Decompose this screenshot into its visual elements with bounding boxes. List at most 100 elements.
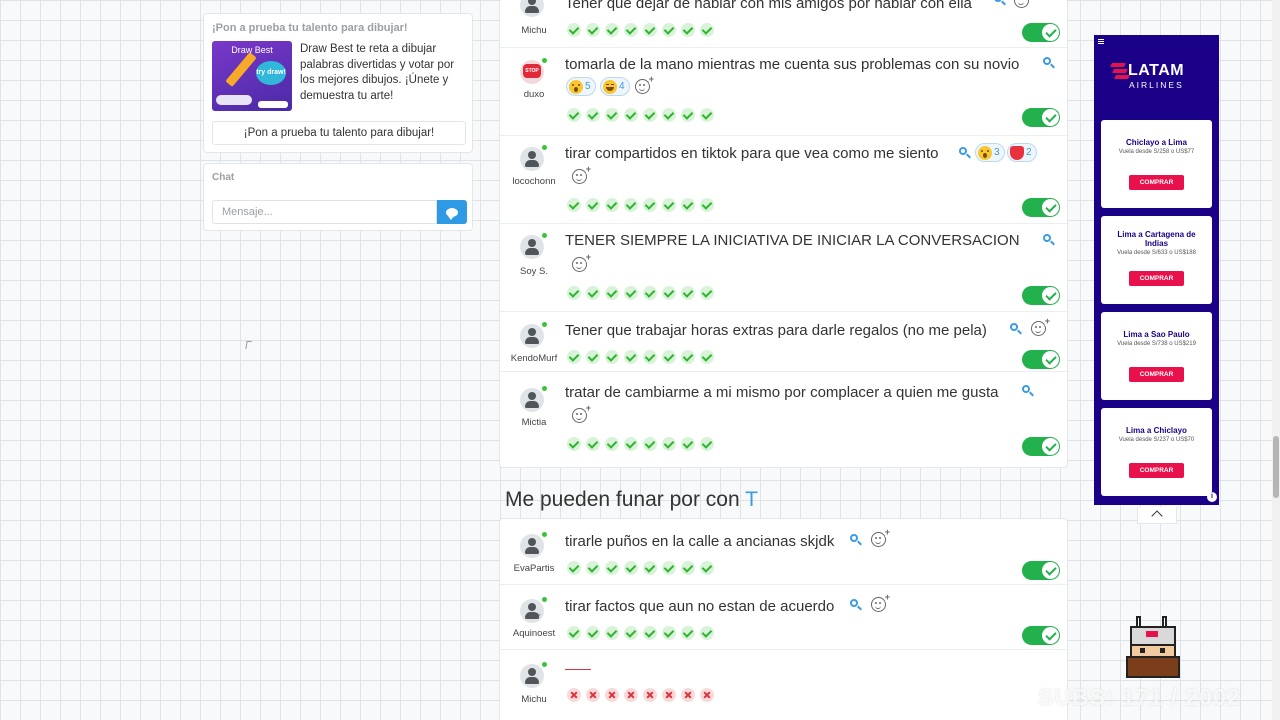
check-icon [700,561,714,575]
ad-offer[interactable]: Lima a Cartagena de Indias Vuela desde S… [1101,216,1212,304]
buy-button[interactable]: COMPRAR [1129,271,1184,286]
avatar[interactable] [520,145,547,171]
ad-offer[interactable]: Chiclayo a Lima Vuela desde S/258 o US$7… [1101,120,1212,208]
check-icon [586,561,600,575]
username[interactable]: Michu [504,694,564,705]
search-icon[interactable] [1043,57,1055,69]
avatar[interactable] [520,233,547,259]
add-reaction-icon[interactable]: + [871,593,890,612]
avatar[interactable] [520,662,547,688]
username[interactable]: duxo [504,89,564,100]
buy-button[interactable]: COMPRAR [1129,367,1184,382]
online-indicator [542,58,547,63]
check-icon [605,108,619,122]
cross-icon [681,688,695,702]
approve-toggle[interactable] [1022,350,1060,369]
approve-toggle[interactable] [1022,23,1060,42]
approve-toggle[interactable] [1022,561,1060,580]
reaction-wow[interactable]: 3 [975,143,1005,162]
reaction-heart[interactable]: 2 [1007,143,1037,162]
check-icon [586,350,600,364]
check-icon [567,350,581,364]
online-indicator [542,386,547,391]
search-icon[interactable] [959,147,971,159]
struck-answer-line [565,669,591,670]
collapse-ad-button[interactable] [1137,507,1177,524]
check-icon [681,286,695,300]
username[interactable]: Michu [504,25,564,36]
add-reaction-icon[interactable]: + [635,75,654,94]
add-reaction-icon[interactable]: + [1031,317,1050,336]
answer-text: Tener que trabajar horas extras para dar… [565,322,987,339]
buy-button[interactable]: COMPRAR [1129,175,1184,190]
approve-toggle[interactable] [1022,286,1060,305]
search-icon[interactable] [1022,385,1034,397]
username[interactable]: Aquinoest [504,628,564,639]
username[interactable]: EvaPartis [504,563,564,574]
check-icon [624,108,638,122]
avatar[interactable] [520,386,547,412]
search-icon[interactable] [1010,323,1022,335]
username[interactable]: Soy S. [504,266,564,277]
check-icon [681,437,695,451]
draw-best-thumbnail[interactable]: Draw Best try draw! [212,41,292,111]
online-indicator [542,233,547,238]
streamer-pixel-avatar [1122,616,1184,680]
search-icon[interactable] [994,0,1006,6]
scrollbar[interactable] [1272,0,1280,720]
promo-title: ¡Pon a prueba tu talento para dibujar! [212,22,408,34]
scrollbar-thumb[interactable] [1273,436,1279,498]
username[interactable]: Mictia [504,417,564,428]
add-reaction-icon[interactable]: + [572,165,591,184]
offer-route: Lima a Cartagena de Indias [1117,230,1196,248]
latam-ad[interactable]: LATAM AIRLINES Chiclayo a Lima Vuela des… [1094,35,1219,505]
check-icon [662,437,676,451]
check-icon [662,286,676,300]
add-reaction-icon[interactable]: + [1014,0,1029,8]
avatar[interactable] [520,532,547,558]
menu-icon[interactable] [1098,39,1104,44]
check-icon [624,561,638,575]
approve-toggle[interactable] [1022,437,1060,456]
vote-row [567,108,719,122]
list-item: Michu [500,650,1067,720]
chat-message-input[interactable] [212,200,437,224]
approve-toggle[interactable] [1022,108,1060,127]
online-indicator [542,532,547,537]
ad-offer[interactable]: Lima a Sao Paulo Vuela desde S/738 o US$… [1101,312,1212,400]
chat-send-button[interactable] [437,200,467,224]
add-reaction-icon[interactable]: + [572,404,591,423]
ad-offer[interactable]: Lima a Chiclayo Vuela desde S/237 o US$7… [1101,408,1212,496]
list-item: KendoMurf Tener que trabajar horas extra… [500,312,1067,372]
pencil-icon [225,52,257,87]
check-icon [700,350,714,364]
ad-info-icon[interactable]: i [1207,492,1217,502]
approve-toggle[interactable] [1022,626,1060,645]
add-reaction-icon[interactable]: + [871,528,890,547]
promo-button[interactable]: ¡Pon a prueba tu talento para dibujar! [212,121,466,145]
check-icon [624,437,638,451]
cross-icon [624,688,638,702]
reaction-wow[interactable]: 5 [566,77,596,96]
check-icon [700,23,714,37]
check-icon [643,286,657,300]
heart-emoji-icon [1010,145,1024,160]
chat-bubble-icon [446,207,458,220]
reaction-laugh[interactable]: 4 [600,77,630,96]
answer-text: tratar de cambiarme a mi mismo por compl… [565,384,999,401]
approve-toggle[interactable] [1022,198,1060,217]
wow-emoji-icon [569,79,583,94]
avatar[interactable] [520,0,544,17]
search-icon[interactable] [850,534,862,546]
promo-card: ¡Pon a prueba tu talento para dibujar! D… [203,13,473,153]
search-icon[interactable] [1043,234,1055,246]
username[interactable]: locochonn [504,176,564,187]
search-icon[interactable] [850,599,862,611]
avatar[interactable] [520,322,547,348]
add-reaction-icon[interactable]: + [572,253,591,272]
avatar[interactable]: ★ [520,597,547,623]
username[interactable]: KendoMurf [504,353,564,364]
avatar[interactable]: STOP [520,58,547,84]
buy-button[interactable]: COMPRAR [1129,463,1184,478]
section-letter: T [745,488,758,511]
